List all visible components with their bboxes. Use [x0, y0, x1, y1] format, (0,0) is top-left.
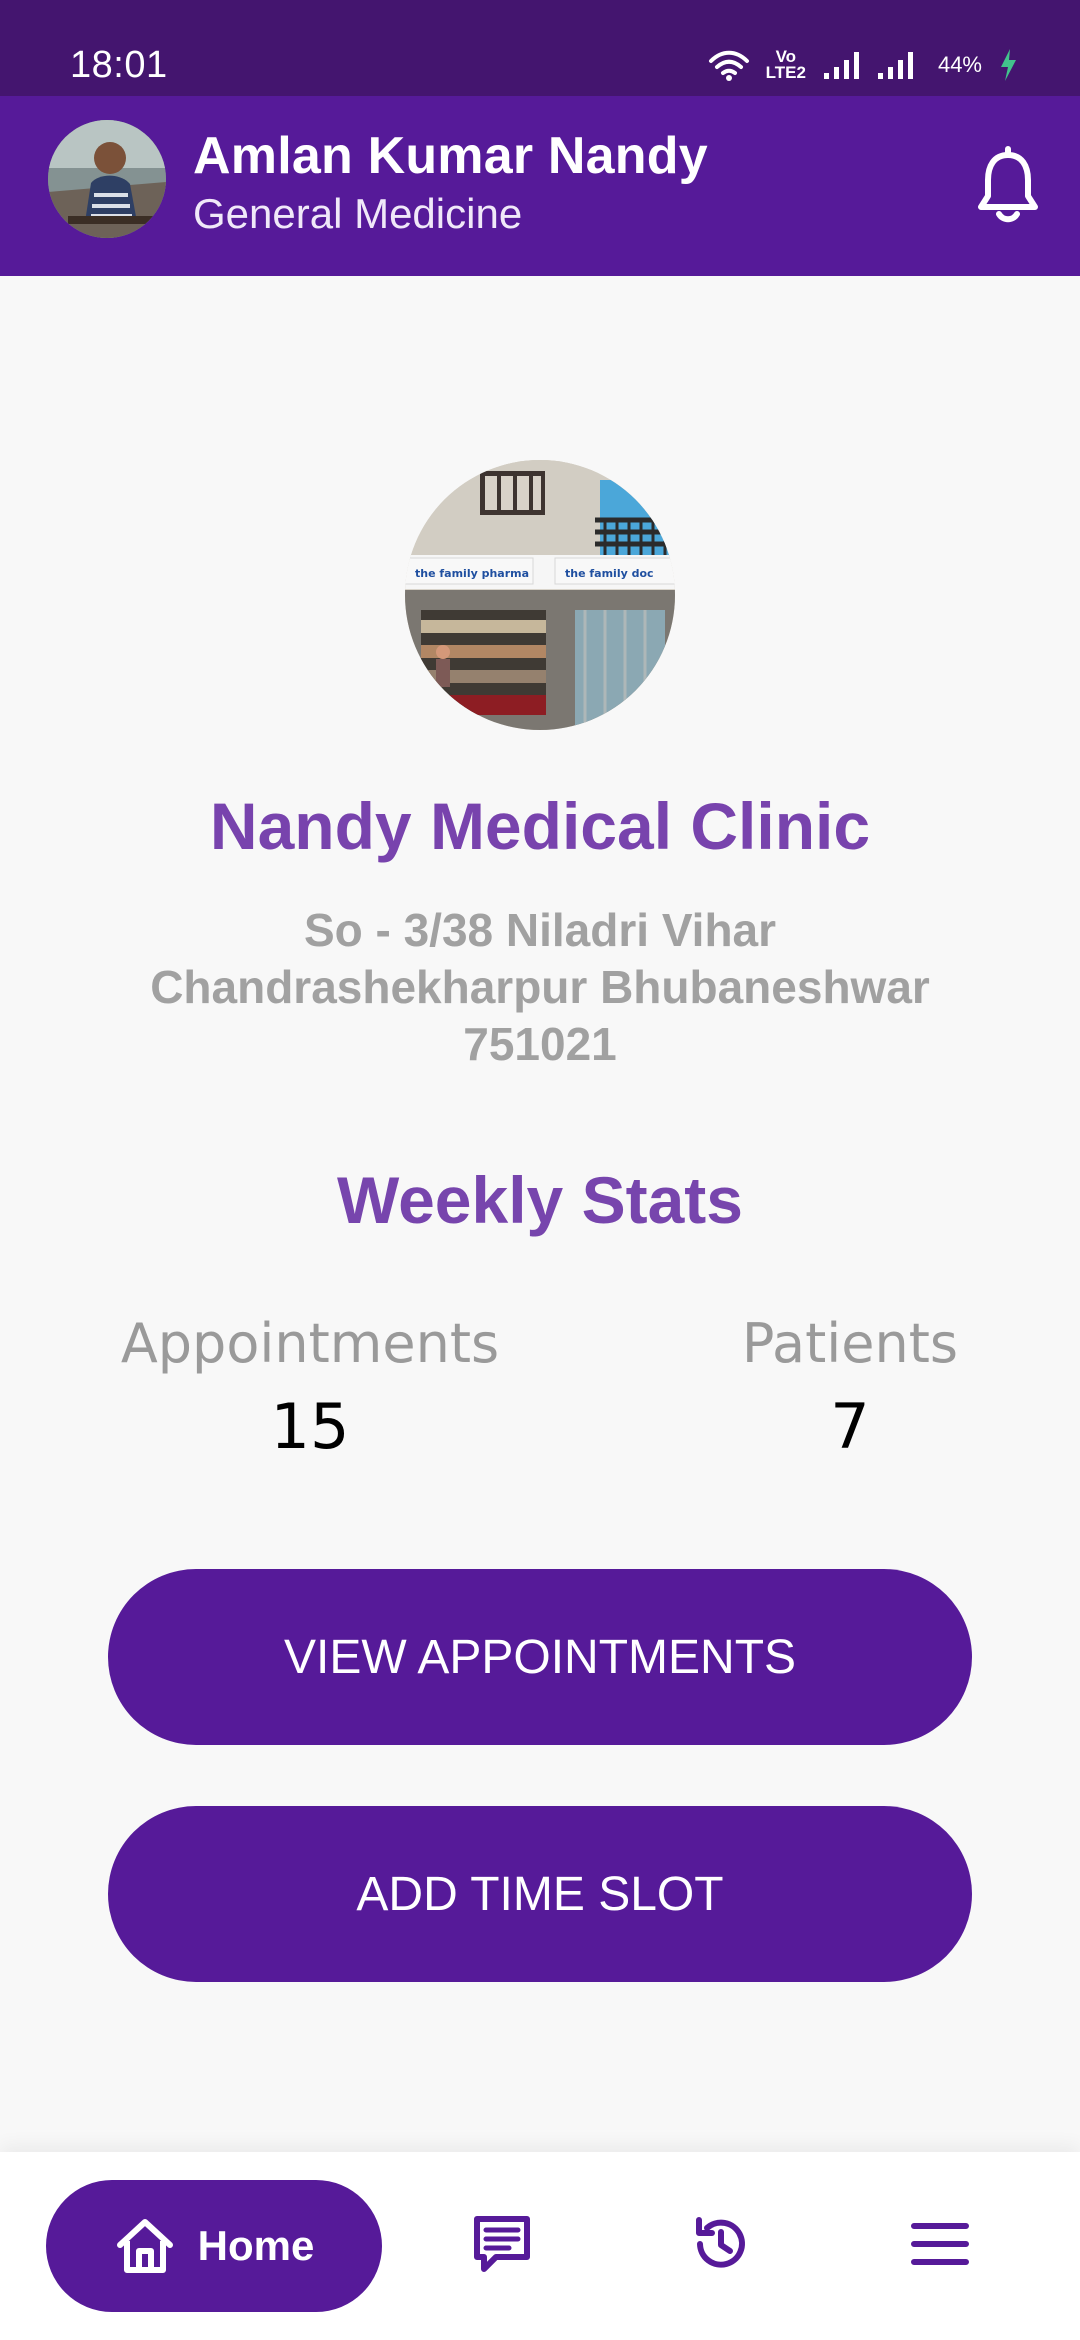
view-appointments-button[interactable]: VIEW APPOINTMENTS: [108, 1569, 972, 1745]
add-time-slot-button[interactable]: ADD TIME SLOT: [108, 1806, 972, 1982]
signal-icon: [877, 52, 913, 79]
avatar-image: [48, 120, 166, 238]
patients-label: Patients: [741, 1312, 959, 1375]
address-line-1: So - 3/38 Niladri Vihar: [303, 904, 777, 956]
doctor-name: Amlan Kumar Nandy: [193, 127, 708, 185]
wifi-icon: [708, 50, 749, 81]
status-icons: Vo LTE2 44%: [708, 48, 1018, 82]
clinic-storefront-image: the family pharma the family doc: [405, 460, 675, 730]
address-line-3: 751021: [463, 1018, 617, 1070]
bottom-navigation: Home: [0, 2152, 1080, 2340]
volte-icon: Vo LTE2: [765, 48, 806, 82]
battery-percentage: 44%: [937, 52, 982, 77]
app-header: Amlan Kumar Nandy General Medicine: [0, 96, 1080, 276]
bell-icon: [978, 146, 1038, 223]
doctor-specialty: General Medicine: [193, 190, 523, 237]
appointments-label: Appointments: [120, 1312, 500, 1375]
menu-icon: [911, 2223, 969, 2265]
appointments-count: 15: [270, 1390, 350, 1463]
signal-icon: [823, 52, 859, 79]
status-time: 18:01: [70, 44, 168, 86]
signboard-left: the family pharma: [415, 567, 529, 580]
nav-home-button[interactable]: Home: [46, 2180, 382, 2312]
weekly-stats-title: Weekly Stats: [337, 1163, 743, 1237]
notification-button[interactable]: [972, 146, 1044, 226]
nav-home-label: Home: [197, 2222, 315, 2269]
nav-messages-button[interactable]: [457, 2199, 547, 2289]
messages-icon: [474, 2216, 530, 2272]
clinic-address: So - 3/38 Niladri Vihar Chandrashekharpu…: [130, 902, 950, 1073]
address-line-2: Chandrashekharpur Bhubaneshwar: [150, 961, 930, 1013]
battery-charging-icon: [1001, 49, 1016, 81]
clinic-photo: the family pharma the family doc: [405, 460, 675, 730]
clinic-name: Nandy Medical Clinic: [209, 789, 871, 863]
status-bar: 18:01 Vo LTE2 44%: [0, 0, 1080, 96]
nav-history-button[interactable]: [676, 2199, 766, 2289]
lte-label: LTE2: [765, 63, 806, 82]
nav-menu-button[interactable]: [895, 2199, 985, 2289]
signboard-right: the family doc: [565, 567, 654, 580]
history-icon: [696, 2217, 745, 2268]
patients-count: 7: [830, 1390, 870, 1463]
home-icon: [116, 2219, 173, 2273]
doctor-avatar[interactable]: [48, 120, 166, 238]
